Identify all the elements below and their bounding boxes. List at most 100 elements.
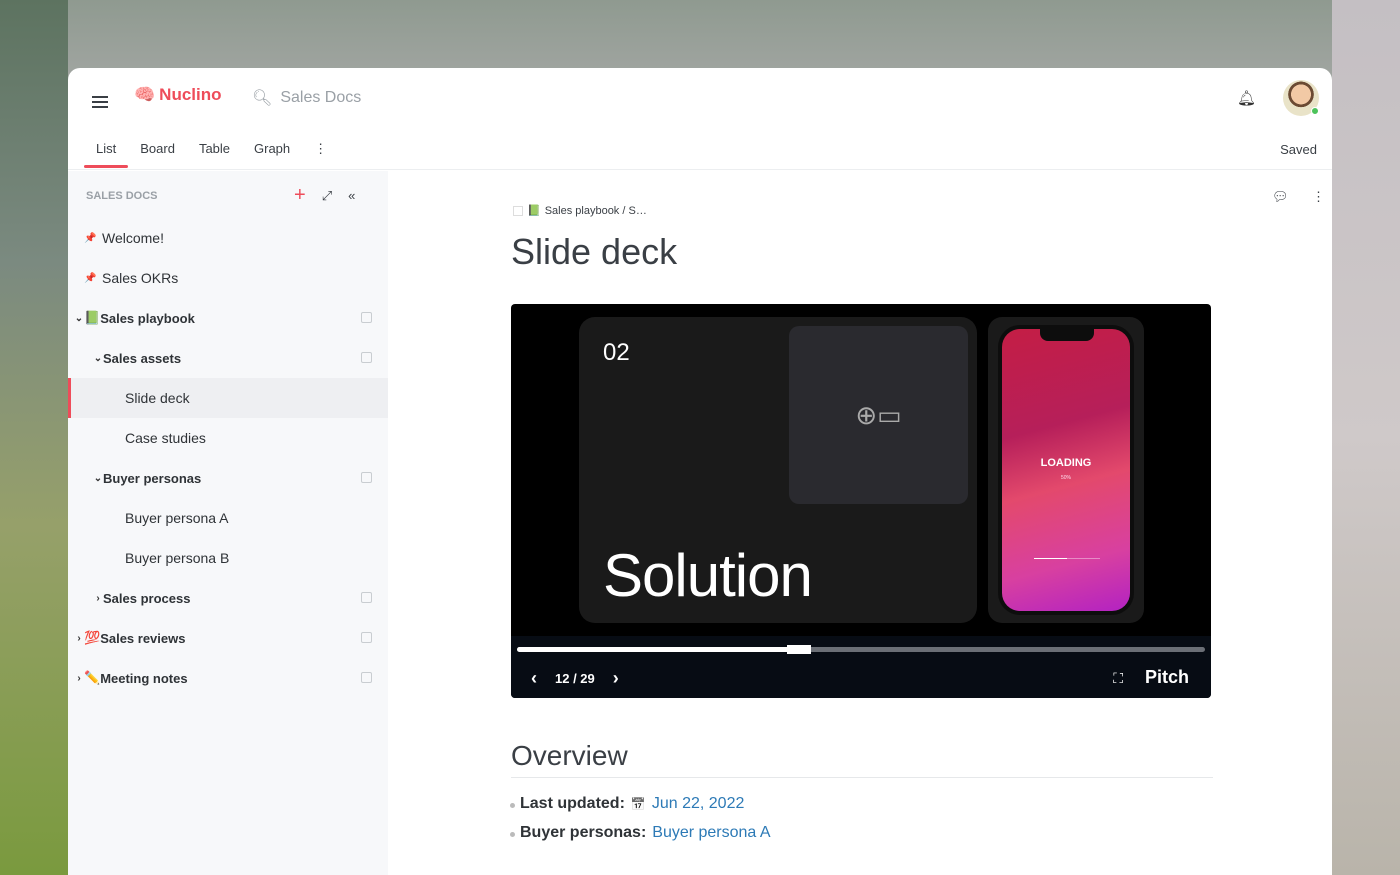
add-video-icon: ⊕▭ [789, 326, 968, 504]
chevron-down-icon[interactable]: ⌄ [74, 313, 84, 324]
pitch-logo[interactable]: Pitch [1145, 667, 1189, 688]
more-icon[interactable]: ⋮ [302, 133, 339, 168]
view-tabs: List Board Table Graph ⋮ [84, 133, 339, 168]
duplicate-icon[interactable] [361, 672, 372, 683]
bell-icon[interactable]: 🔔︎ [1237, 89, 1256, 107]
item-label: Slide deck [125, 390, 190, 406]
duplicate-icon[interactable] [361, 352, 372, 363]
hundred-icon: 💯 [84, 630, 101, 645]
comments-icon[interactable]: 💬︎ [1272, 189, 1289, 205]
collapse-sidebar-icon[interactable]: « [348, 188, 355, 203]
sidebar-item-case-studies[interactable]: Case studies [68, 418, 388, 458]
overview-heading: Overview [511, 740, 628, 771]
item-label: Case studies [125, 430, 206, 446]
phone-mockup: LOADING 50% [998, 325, 1134, 615]
field-label: Last updated: [520, 795, 625, 812]
divider [511, 777, 1213, 778]
chevron-down-icon[interactable]: ⌄ [93, 473, 103, 484]
chevron-down-icon[interactable]: ⌄ [93, 353, 103, 364]
sidebar-item-sales-process[interactable]: › Sales process [68, 578, 388, 618]
tab-graph[interactable]: Graph [242, 133, 302, 168]
duplicate-icon[interactable] [361, 472, 372, 483]
breadcrumb-text: Sales playbook / S… [544, 204, 647, 217]
logo[interactable]: 🧠 Nuclino [134, 85, 222, 105]
chevron-right-icon[interactable]: › [93, 593, 103, 604]
tab-table[interactable]: Table [187, 133, 242, 168]
pin-icon: 📌 [84, 232, 97, 244]
pitch-embed[interactable]: 02 ⊕▭ Solution LOADING 50% ‹ 12 / 29 › ⛶ P… [511, 304, 1211, 698]
search-input[interactable]: 🔍︎ Sales Docs [252, 88, 361, 108]
slide-card: 02 ⊕▭ Solution [579, 317, 977, 623]
sidebar-item-buyer-persona-a[interactable]: Buyer persona A [68, 498, 388, 538]
field-buyer-personas: Buyer personas: Buyer persona A [510, 824, 771, 842]
more-options-icon[interactable]: ⋮ [1312, 189, 1325, 205]
calendar-icon: 📅 [630, 797, 646, 811]
field-label: Buyer personas: [520, 824, 647, 841]
tab-list[interactable]: List [84, 133, 129, 168]
item-label: Sales assets [103, 350, 182, 366]
sidebar-item-buyer-personas[interactable]: ⌄ Buyer personas [68, 458, 388, 498]
sidebar-item-sales-reviews[interactable]: › 💯 Sales reviews [68, 618, 388, 658]
slide-number: 02 [603, 339, 630, 366]
avatar[interactable] [1283, 80, 1319, 116]
search-placeholder: Sales Docs [280, 89, 362, 106]
app-window: 🧠 Nuclino 🔍︎ Sales Docs 🔔︎ List Board Tabl… [68, 68, 1332, 875]
previous-slide-icon[interactable]: ‹ [531, 668, 537, 689]
loading-percent: 50% [1060, 475, 1071, 481]
sidebar-item-sales-assets[interactable]: ⌄ Sales assets [68, 338, 388, 378]
sidebar-item-welcome[interactable]: 📌 Welcome! [68, 218, 388, 258]
duplicate-icon[interactable] [361, 592, 372, 603]
chevron-right-icon[interactable]: › [74, 633, 84, 644]
page-title[interactable]: Slide deck [511, 231, 677, 273]
item-label: Sales OKRs [102, 270, 179, 286]
header: 🧠 Nuclino 🔍︎ Sales Docs 🔔︎ List Board Tabl… [68, 68, 1332, 170]
page-icon [513, 205, 523, 216]
item-label: Buyer persona A [125, 510, 229, 526]
background [0, 0, 68, 875]
progress-handle[interactable] [787, 645, 812, 654]
pin-icon: 📌 [84, 272, 97, 284]
item-label: Sales playbook [100, 310, 195, 326]
item-label: Sales reviews [100, 630, 186, 646]
sidebar-item-slide-deck[interactable]: Slide deck [68, 378, 388, 418]
date-link[interactable]: Jun 22, 2022 [652, 795, 745, 813]
book-icon: 📗 [527, 205, 541, 217]
expand-icon[interactable]: ⤢ [322, 188, 332, 204]
save-status: Saved [1280, 142, 1317, 157]
slide-progress-bar[interactable] [517, 645, 1205, 654]
sidebar-item-sales-okrs[interactable]: 📌 Sales OKRs [68, 258, 388, 298]
sidebar-header: SALES DOCS [86, 190, 158, 202]
slide-title: Solution [603, 542, 813, 609]
background [1332, 0, 1400, 875]
hamburger-menu-icon[interactable] [92, 93, 108, 111]
sidebar-item-buyer-persona-b[interactable]: Buyer persona B [68, 538, 388, 578]
sidebar-item-sales-playbook[interactable]: ⌄ 📗 Sales playbook [68, 298, 388, 338]
book-icon: 📗 [84, 310, 101, 325]
item-label: Buyer persona B [125, 550, 230, 566]
field-last-updated: Last updated: 📅 Jun 22, 2022 [509, 795, 745, 813]
phone-card: LOADING 50% [988, 317, 1144, 623]
sidebar-item-meeting-notes[interactable]: › ✏️ Meeting notes [68, 658, 388, 698]
chevron-right-icon[interactable]: › [74, 673, 84, 684]
item-label: Buyer personas [103, 470, 202, 486]
duplicate-icon[interactable] [361, 632, 372, 643]
fullscreen-icon[interactable]: ⛶ [1113, 670, 1123, 687]
online-indicator [1311, 107, 1319, 115]
item-label: Welcome! [102, 230, 164, 246]
breadcrumb[interactable]: 📗 Sales playbook / S… [513, 204, 647, 217]
document: 💬︎ ⋮ 📗 Sales playbook / S… Slide deck 02 … [388, 171, 1332, 875]
pencil-icon: ✏️ [84, 670, 101, 685]
item-label: Sales process [103, 590, 191, 606]
add-icon[interactable]: + [294, 184, 306, 207]
duplicate-icon[interactable] [361, 312, 372, 323]
loading-bar [1034, 558, 1100, 559]
next-slide-icon[interactable]: › [613, 668, 619, 689]
logo-text: Nuclino [159, 85, 222, 104]
page-counter: 12 / 29 [555, 671, 595, 686]
embed-controls: ‹ 12 / 29 › ⛶ Pitch [511, 636, 1211, 698]
loading-text: LOADING [1040, 457, 1092, 469]
buyer-persona-link[interactable]: Buyer persona A [652, 824, 770, 842]
brain-icon: 🧠 [134, 85, 156, 104]
item-label: Meeting notes [100, 670, 188, 686]
tab-board[interactable]: Board [128, 133, 187, 168]
